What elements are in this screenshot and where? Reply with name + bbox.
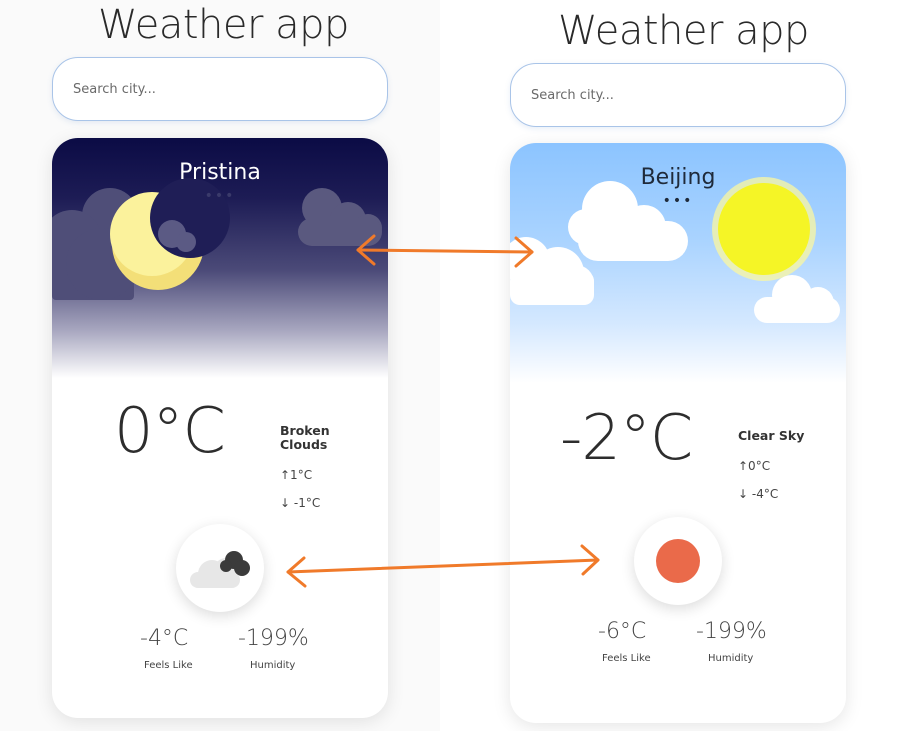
cloud-icon bbox=[754, 275, 840, 323]
app-title: Weather app bbox=[558, 8, 809, 54]
loading-dots: ••• bbox=[204, 188, 236, 204]
condition-icon-container bbox=[176, 524, 264, 612]
temp-min: ↓ -4°C bbox=[738, 487, 779, 501]
right-screenshot-panel: Weather app Search city... Beijing ••• -… bbox=[452, 0, 905, 731]
feels-like-label: Feels Like bbox=[602, 653, 651, 664]
left-screenshot-panel: Weather app Search city... Pristina ••• … bbox=[0, 0, 440, 731]
humidity-label: Humidity bbox=[250, 660, 296, 671]
condition-icon-container bbox=[634, 517, 722, 605]
temperature: 0°C bbox=[114, 394, 226, 467]
humidity-value: -199% bbox=[238, 626, 309, 651]
temp-max: ↑0°C bbox=[738, 459, 771, 473]
city-name: Pristina bbox=[179, 160, 261, 185]
city-name: Beijing bbox=[640, 165, 716, 190]
feels-like-label: Feels Like bbox=[144, 660, 193, 671]
loading-dots: ••• bbox=[662, 193, 694, 209]
humidity-label: Humidity bbox=[708, 653, 754, 664]
broken-clouds-icon bbox=[190, 551, 250, 588]
weather-card: Beijing ••• -2°C Clear Sky ↑0°C ↓ -4°C -… bbox=[510, 143, 846, 723]
weather-description: Clear Sky bbox=[738, 428, 805, 443]
feels-like-value: -6°C bbox=[598, 619, 647, 644]
weather-description: Broken Clouds bbox=[280, 423, 330, 452]
temp-min: ↓ -1°C bbox=[280, 496, 321, 510]
temp-max: ↑1°C bbox=[280, 468, 313, 482]
weather-card: Pristina ••• 0°C Broken Clouds ↑1°C ↓ -1… bbox=[52, 138, 388, 718]
app-title: Weather app bbox=[98, 2, 349, 48]
sun-icon bbox=[656, 539, 700, 583]
feels-like-value: -4°C bbox=[140, 626, 189, 651]
search-input[interactable] bbox=[52, 57, 388, 121]
humidity-value: -199% bbox=[696, 619, 767, 644]
search-input[interactable] bbox=[510, 63, 846, 127]
temperature: -2°C bbox=[560, 401, 693, 474]
